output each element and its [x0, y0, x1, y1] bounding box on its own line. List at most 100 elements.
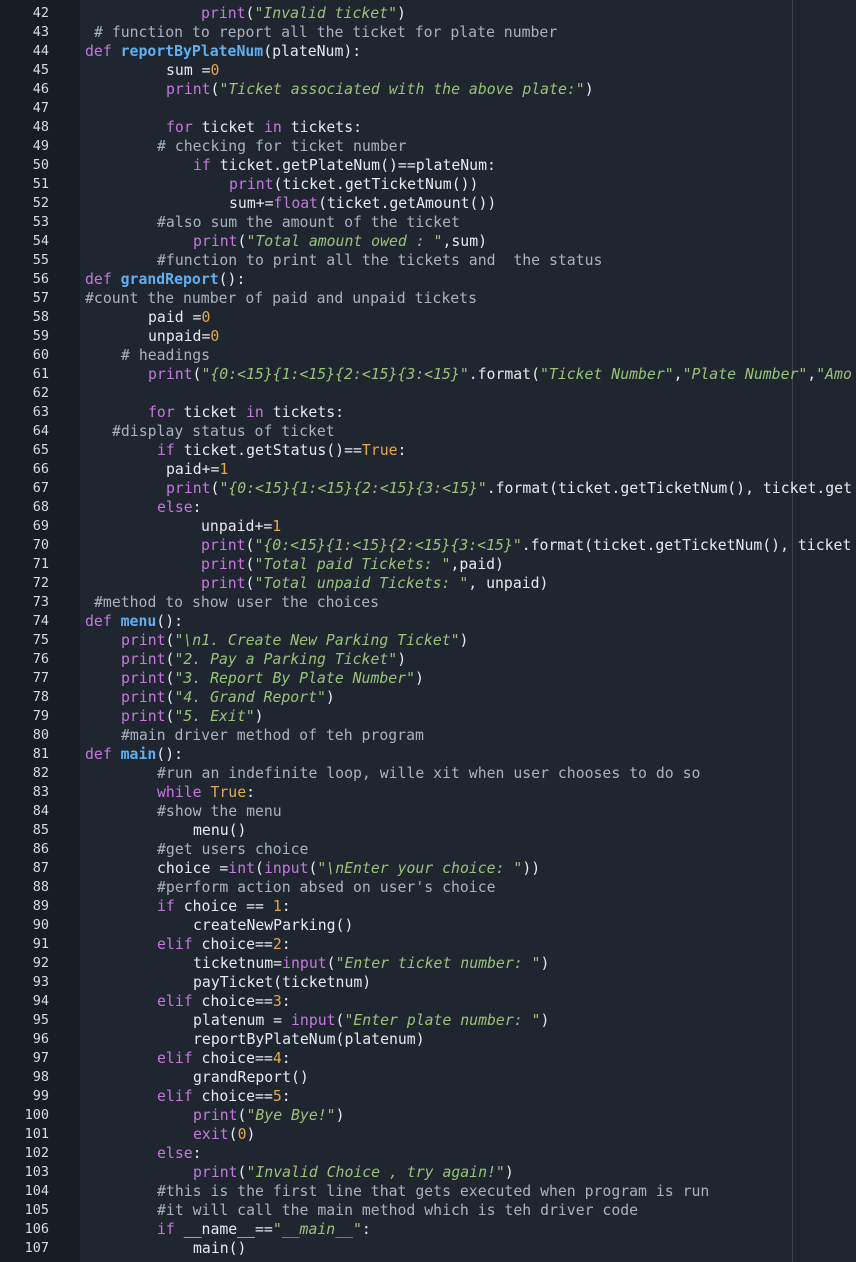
code-text[interactable]: elif choice==3:	[157, 992, 291, 1011]
code-line[interactable]: 104 #this is the first line that gets exe…	[0, 1182, 856, 1201]
code-line[interactable]: 49 # checking for ticket number	[0, 137, 856, 156]
code-line[interactable]: 83 while True:	[0, 783, 856, 802]
code-line[interactable]: 105 #it will call the main method which i…	[0, 1201, 856, 1220]
code-line[interactable]: 51 print(ticket.getTicketNum())	[0, 175, 856, 194]
code-text[interactable]: print("4. Grand Report")	[121, 688, 335, 707]
code-line[interactable]: 101 exit(0)	[0, 1125, 856, 1144]
code-line[interactable]: 103 print("Invalid Choice , try again!")	[0, 1163, 856, 1182]
code-text[interactable]: sum =0	[166, 61, 219, 80]
code-line[interactable]: 65 if ticket.getStatus()==True:	[0, 441, 856, 460]
code-line[interactable]: 45 sum =0	[0, 61, 856, 80]
code-text[interactable]: def reportByPlateNum(plateNum):	[85, 42, 361, 61]
code-text[interactable]: payTicket(ticketnum)	[193, 973, 371, 992]
code-line[interactable]: 85 menu()	[0, 821, 856, 840]
code-line[interactable]: 74 def menu():	[0, 612, 856, 631]
code-line[interactable]: 63 for ticket in tickets:	[0, 403, 856, 422]
code-text[interactable]: ticketnum=input("Enter ticket number: ")	[193, 954, 549, 973]
code-text[interactable]: #this is the first line that gets execut…	[157, 1182, 709, 1201]
code-line[interactable]: 75 print("\n1. Create New Parking Ticket"…	[0, 631, 856, 650]
code-text[interactable]: else:	[157, 498, 202, 517]
code-text[interactable]: grandReport()	[193, 1068, 309, 1087]
code-text[interactable]: def menu():	[85, 612, 183, 631]
code-line[interactable]: 42 print("Invalid ticket")	[0, 4, 856, 23]
code-text[interactable]: reportByPlateNum(platenum)	[193, 1030, 425, 1049]
code-text[interactable]: print("5. Exit")	[121, 707, 264, 726]
code-text[interactable]: def main():	[85, 745, 183, 764]
code-line[interactable]: 61 print("{0:<15}{1:<15}{2:<15}{3:<15}".f…	[0, 365, 856, 384]
code-text[interactable]: print("Total amount owed : ",sum)	[193, 232, 487, 251]
code-line[interactable]: 78 print("4. Grand Report")	[0, 688, 856, 707]
code-text[interactable]: else:	[157, 1144, 202, 1163]
code-line[interactable]: 91 elif choice==2:	[0, 935, 856, 954]
code-line[interactable]: 52 sum+=float(ticket.getAmount())	[0, 194, 856, 213]
code-text[interactable]: unpaid+=1	[201, 517, 281, 536]
code-text[interactable]: print("Ticket associated with the above …	[166, 80, 594, 99]
code-text[interactable]: #perform action absed on user's choice	[157, 878, 496, 897]
code-text[interactable]: # headings	[121, 346, 210, 365]
code-text[interactable]: #get users choice	[157, 840, 308, 859]
code-line[interactable]: 71 print("Total paid Tickets: ",paid)	[0, 555, 856, 574]
code-text[interactable]: print("{0:<15}{1:<15}{2:<15}{3:<15}".for…	[148, 365, 852, 384]
code-line[interactable]: 77 print("3. Report By Plate Number")	[0, 669, 856, 688]
code-text[interactable]: choice =int(input("\nEnter your choice: …	[157, 859, 540, 878]
code-text[interactable]: print("\n1. Create New Parking Ticket")	[121, 631, 468, 650]
code-text[interactable]: createNewParking()	[193, 916, 353, 935]
code-line[interactable]: 64 #display status of ticket	[0, 422, 856, 441]
code-line[interactable]: 59 unpaid=0	[0, 327, 856, 346]
code-text[interactable]: if choice == 1:	[157, 897, 291, 916]
code-line[interactable]: 76 print("2. Pay a Parking Ticket")	[0, 650, 856, 669]
code-text[interactable]: menu()	[193, 821, 246, 840]
code-line[interactable]: 81 def main():	[0, 745, 856, 764]
code-line[interactable]: 69 unpaid+=1	[0, 517, 856, 536]
code-text[interactable]: platenum = input("Enter plate number: ")	[193, 1011, 549, 1030]
code-text[interactable]: #also sum the amount of the ticket	[157, 213, 460, 232]
code-line[interactable]: 88 #perform action absed on user's choice	[0, 878, 856, 897]
code-text[interactable]: exit(0)	[193, 1125, 255, 1144]
code-text[interactable]: print(ticket.getTicketNum())	[229, 175, 478, 194]
code-line[interactable]: 53 #also sum the amount of the ticket	[0, 213, 856, 232]
code-line[interactable]: 95 platenum = input("Enter plate number: …	[0, 1011, 856, 1030]
code-text[interactable]: #display status of ticket	[112, 422, 335, 441]
code-line[interactable]: 50 if ticket.getPlateNum()==plateNum:	[0, 156, 856, 175]
code-text[interactable]: if ticket.getPlateNum()==plateNum:	[193, 156, 496, 175]
code-line[interactable]: 80 #main driver method of teh program	[0, 726, 856, 745]
code-text[interactable]: #function to print all the tickets and t…	[157, 251, 602, 270]
code-line[interactable]: 44 def reportByPlateNum(plateNum):	[0, 42, 856, 61]
code-text[interactable]: paid =0	[148, 308, 210, 327]
code-text[interactable]: def grandReport():	[85, 270, 245, 289]
code-line[interactable]: 99 elif choice==5:	[0, 1087, 856, 1106]
code-line[interactable]: 55 #function to print all the tickets and…	[0, 251, 856, 270]
code-line[interactable]: 87 choice =int(input("\nEnter your choice…	[0, 859, 856, 878]
code-line[interactable]: 82 #run an indefinite loop, wille xit whe…	[0, 764, 856, 783]
code-text[interactable]: sum+=float(ticket.getAmount())	[229, 194, 496, 213]
code-line[interactable]: 86 #get users choice	[0, 840, 856, 859]
code-text[interactable]: print("{0:<15}{1:<15}{2:<15}{3:<15}".for…	[201, 536, 851, 555]
code-line[interactable]: 60 # headings	[0, 346, 856, 365]
code-text[interactable]: elif choice==2:	[157, 935, 291, 954]
code-line[interactable]: 96 reportByPlateNum(platenum)	[0, 1030, 856, 1049]
code-line[interactable]: 46 print("Ticket associated with the abov…	[0, 80, 856, 99]
code-line[interactable]: 57 #count the number of paid and unpaid t…	[0, 289, 856, 308]
code-line[interactable]: 43 # function to report all the ticket fo…	[0, 23, 856, 42]
code-editor[interactable]: 42 print("Invalid ticket") 43 # function to…	[0, 0, 856, 1262]
code-text[interactable]: print("Total unpaid Tickets: ", unpaid)	[201, 574, 548, 593]
code-text[interactable]: #show the menu	[157, 802, 282, 821]
code-text[interactable]: elif choice==4:	[157, 1049, 291, 1068]
code-text[interactable]: print("{0:<15}{1:<15}{2:<15}{3:<15}".for…	[166, 479, 852, 498]
code-line[interactable]: 48 for ticket in tickets:	[0, 118, 856, 137]
code-line[interactable]: 58 paid =0	[0, 308, 856, 327]
code-text[interactable]: for ticket in tickets:	[148, 403, 344, 422]
code-line[interactable]: 79 print("5. Exit")	[0, 707, 856, 726]
code-line[interactable]: 47	[0, 99, 856, 118]
code-line[interactable]: 67 print("{0:<15}{1:<15}{2:<15}{3:<15}".f…	[0, 479, 856, 498]
code-text[interactable]: print("Bye Bye!")	[193, 1106, 344, 1125]
code-line[interactable]: 102 else:	[0, 1144, 856, 1163]
code-line[interactable]: 89 if choice == 1:	[0, 897, 856, 916]
code-line[interactable]: 72 print("Total unpaid Tickets: ", unpaid…	[0, 574, 856, 593]
code-text[interactable]: paid+=1	[166, 460, 228, 479]
code-text[interactable]: for ticket in tickets:	[166, 118, 362, 137]
code-line[interactable]: 54 print("Total amount owed : ",sum)	[0, 232, 856, 251]
code-line[interactable]: 106 if __name__=="__main__":	[0, 1220, 856, 1239]
code-text[interactable]: #run an indefinite loop, wille xit when …	[157, 764, 700, 783]
code-line[interactable]: 94 elif choice==3:	[0, 992, 856, 1011]
